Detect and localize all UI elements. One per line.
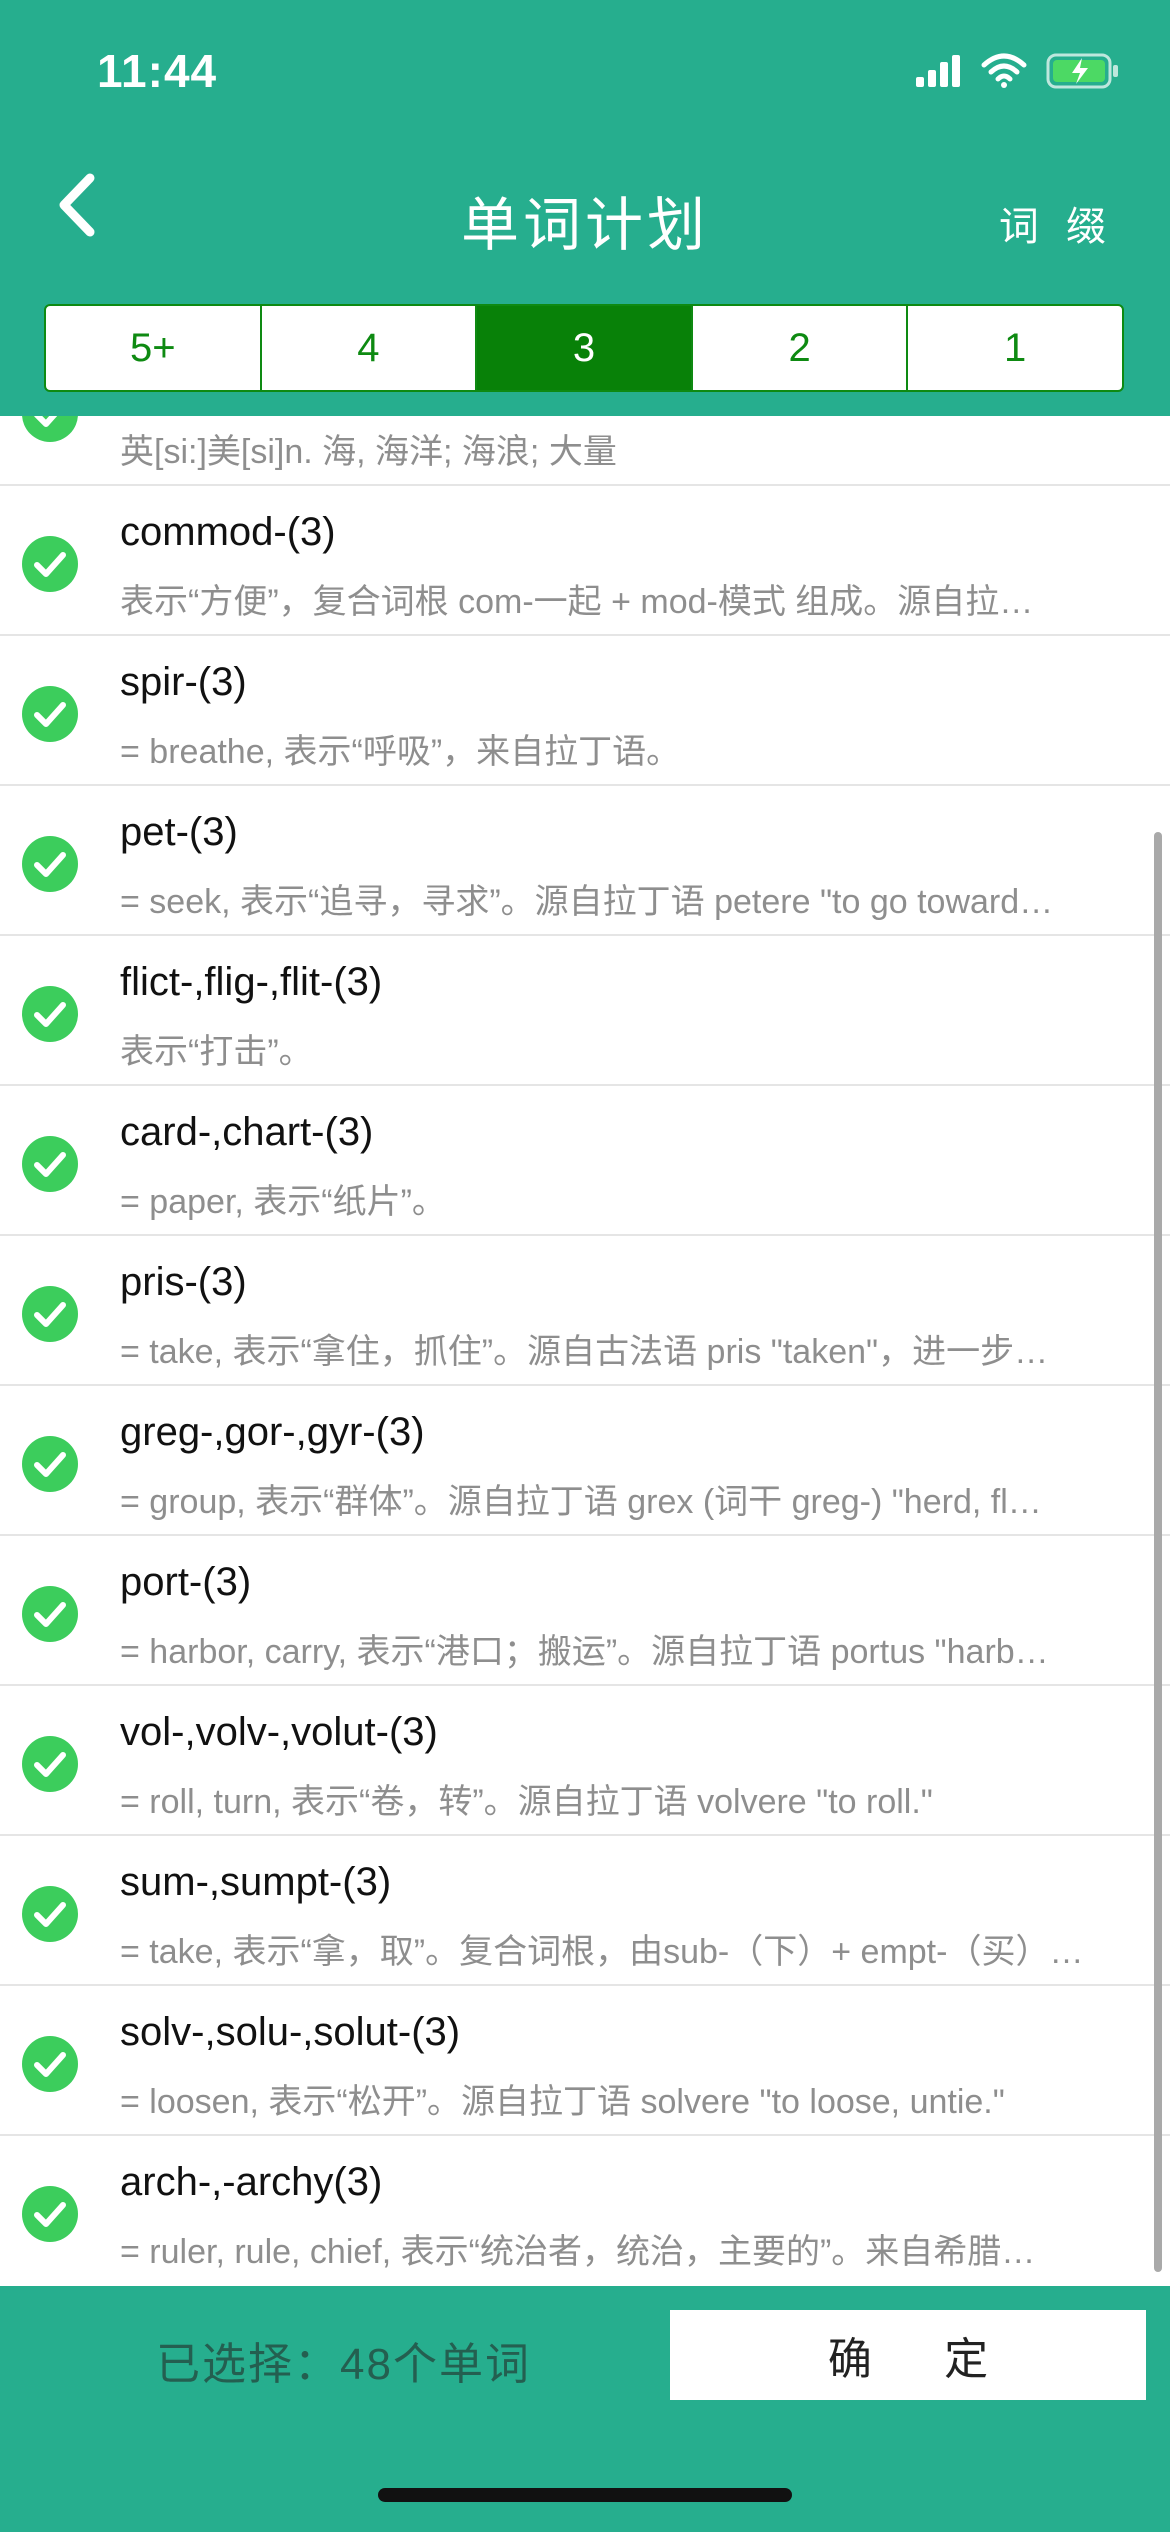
selected-count: 已选择：48个单词 — [156, 2340, 531, 2389]
item-term: port-(3) — [120, 1560, 252, 1604]
checkmark-icon[interactable] — [22, 986, 78, 1042]
item-desc: 表示“打击”。 — [120, 1033, 313, 1071]
item-term: solv-,solu-,solut-(3) — [120, 2010, 461, 2054]
list-item[interactable]: solv-,solu-,solut-(3) = loosen, 表示“松开”。源… — [0, 1986, 1170, 2136]
list-item[interactable]: arch-,-archy(3) = ruler, rule, chief, 表示… — [0, 2136, 1170, 2286]
checkmark-icon[interactable] — [22, 1286, 78, 1342]
checkmark-icon[interactable] — [22, 2036, 78, 2092]
segment-1[interactable]: 1 — [908, 306, 1122, 390]
item-term: pris-(3) — [120, 1260, 247, 1304]
signal-icon — [916, 55, 960, 87]
item-desc: 表示“方便”，复合词根 com-一起 + mod-模式 组成。源自拉… — [120, 583, 1034, 621]
item-term: card-,chart-(3) — [120, 1110, 374, 1154]
scrollbar[interactable] — [1154, 832, 1162, 2272]
confirm-button[interactable]: 确 定 — [670, 2310, 1146, 2400]
list-item[interactable]: spir-(3) = breathe, 表示“呼吸”，来自拉丁语。 — [0, 636, 1170, 786]
list-item[interactable]: pet-(3) = seek, 表示“追寻，寻求”。源自拉丁语 petere "… — [0, 786, 1170, 936]
list-item[interactable]: commod-(3) 表示“方便”，复合词根 com-一起 + mod-模式 组… — [0, 486, 1170, 636]
affix-button[interactable]: 词 缀 — [999, 194, 1114, 252]
home-indicator — [378, 2488, 792, 2502]
item-term: spir-(3) — [120, 660, 247, 704]
header: 11:44 单词计划 词 缀 5+ 4 3 2 1 — [0, 0, 1170, 416]
checkmark-icon[interactable] — [22, 836, 78, 892]
item-desc: = harbor, carry, 表示“港口；搬运”。源自拉丁语 portus … — [120, 1633, 1049, 1671]
item-term: vol-,volv-,volut-(3) — [120, 1710, 438, 1754]
item-term: greg-,gor-,gyr-(3) — [120, 1410, 425, 1454]
item-term: pet-(3) — [120, 810, 238, 854]
page-title: 单词计划 — [460, 193, 709, 258]
checkmark-icon[interactable] — [22, 1586, 78, 1642]
checkmark-icon[interactable] — [22, 2186, 78, 2242]
level-segmented-control: 5+ 4 3 2 1 — [44, 304, 1124, 392]
item-desc: = group, 表示“群体”。源自拉丁语 grex (词干 greg-) "h… — [120, 1483, 1042, 1521]
item-desc: = ruler, rule, chief, 表示“统治者，统治，主要的”。来自希… — [120, 2233, 1036, 2271]
item-desc: = take, 表示“拿住，抓住”。源自古法语 pris "taken"，进一步… — [120, 1333, 1049, 1371]
segment-2[interactable]: 2 — [693, 306, 909, 390]
segment-4[interactable]: 4 — [262, 306, 478, 390]
list-item[interactable]: vol-,volv-,volut-(3) = roll, turn, 表示“卷，… — [0, 1686, 1170, 1836]
status-time: 11:44 — [97, 45, 218, 97]
segment-3[interactable]: 3 — [477, 306, 693, 390]
checkmark-icon[interactable] — [22, 1736, 78, 1792]
item-desc: = paper, 表示“纸片”。 — [120, 1183, 446, 1221]
checkmark-icon[interactable] — [22, 1136, 78, 1192]
word-list[interactable]: 英[si:]美[si]n. 海, 海洋; 海浪; 大量 commod-(3) 表… — [0, 416, 1170, 2286]
item-desc: = take, 表示“拿，取”。复合词根，由sub-（下）+ empt-（买）… — [120, 1933, 1084, 1971]
list-item[interactable]: card-,chart-(3) = paper, 表示“纸片”。 — [0, 1086, 1170, 1236]
item-desc: 英[si:]美[si]n. 海, 海洋; 海浪; 大量 — [120, 433, 617, 471]
list-item[interactable]: port-(3) = harbor, carry, 表示“港口；搬运”。源自拉丁… — [0, 1536, 1170, 1686]
checkmark-icon[interactable] — [22, 1436, 78, 1492]
checkmark-icon[interactable] — [22, 536, 78, 592]
checkmark-icon[interactable] — [22, 1886, 78, 1942]
status-icons — [914, 52, 1120, 90]
item-term: sum-,sumpt-(3) — [120, 1860, 392, 1904]
list-item[interactable]: pris-(3) = take, 表示“拿住，抓住”。源自古法语 pris "t… — [0, 1236, 1170, 1386]
segment-5plus[interactable]: 5+ — [46, 306, 262, 390]
item-desc: = loosen, 表示“松开”。源自拉丁语 solvere "to loose… — [120, 2083, 1005, 2121]
list-item[interactable]: greg-,gor-,gyr-(3) = group, 表示“群体”。源自拉丁语… — [0, 1386, 1170, 1536]
item-term: commod-(3) — [120, 510, 336, 554]
item-desc: = roll, turn, 表示“卷，转”。源自拉丁语 volvere "to … — [120, 1783, 933, 1821]
checkmark-icon[interactable] — [22, 416, 78, 442]
item-term: arch-,-archy(3) — [120, 2160, 383, 2204]
item-desc: = seek, 表示“追寻，寻求”。源自拉丁语 petere "to go to… — [120, 883, 1054, 921]
battery-charging-icon — [1046, 53, 1118, 89]
checkmark-icon[interactable] — [22, 686, 78, 742]
item-term: flict-,flig-,flit-(3) — [120, 960, 383, 1004]
wifi-icon — [981, 53, 1027, 88]
list-item[interactable]: flict-,flig-,flit-(3) 表示“打击”。 — [0, 936, 1170, 1086]
item-desc: = breathe, 表示“呼吸”，来自拉丁语。 — [120, 733, 681, 771]
list-item[interactable]: sum-,sumpt-(3) = take, 表示“拿，取”。复合词根，由sub… — [0, 1836, 1170, 1986]
list-item[interactable]: 英[si:]美[si]n. 海, 海洋; 海浪; 大量 — [0, 416, 1170, 486]
